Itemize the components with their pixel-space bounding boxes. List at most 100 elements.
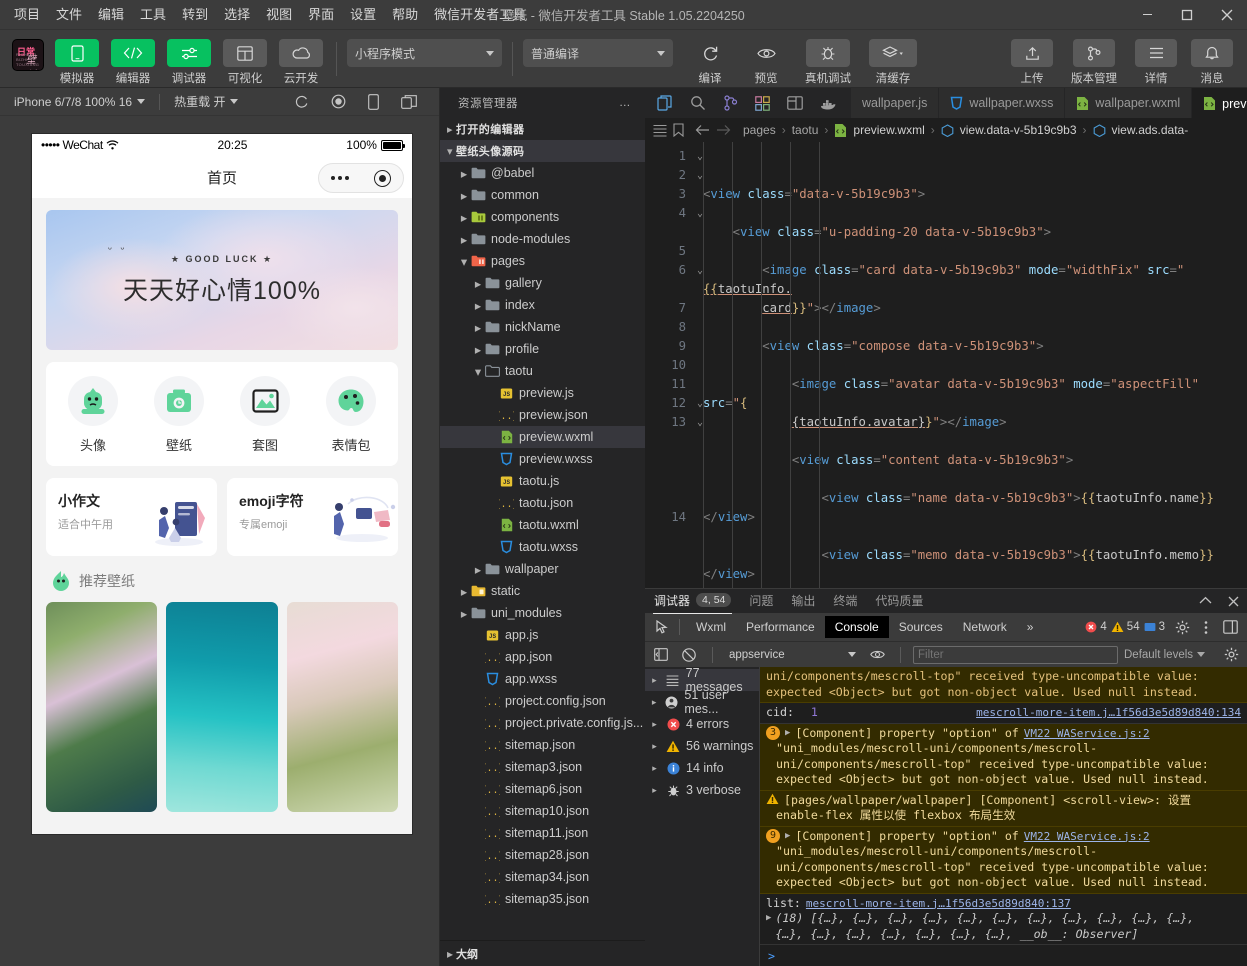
console-filter-input[interactable]: [913, 646, 1118, 664]
breadcrumb-pages[interactable]: pages: [743, 123, 776, 137]
docker-icon[interactable]: [820, 97, 837, 110]
explorer-folder-nickName[interactable]: ▸nickName: [440, 316, 645, 338]
breadcrumb-symbol-1[interactable]: view.data-v-5b19c9b3: [960, 123, 1077, 137]
explorer-folder-profile[interactable]: ▸profile: [440, 338, 645, 360]
quick-action-photoset[interactable]: 套图: [228, 376, 302, 454]
breadcrumb-taotu[interactable]: taotu: [792, 123, 819, 137]
explorer-folder-babel[interactable]: ▸@babel: [440, 162, 645, 184]
list-icon[interactable]: [653, 124, 667, 137]
editor-tab-preview-wxml[interactable]: preview.wxml✕: [1192, 88, 1247, 118]
explorer-folder-static[interactable]: ▸static: [440, 580, 645, 602]
kebab-menu-icon[interactable]: [1195, 616, 1217, 638]
explorer-file-sitemap35-json[interactable]: {..}sitemap35.json: [440, 888, 645, 910]
wallpaper-card-ocean[interactable]: [166, 602, 277, 812]
compile-select[interactable]: 普通编译: [523, 39, 673, 67]
menu-item-edit[interactable]: 编辑: [90, 3, 132, 27]
console-message-component-warning[interactable]: 3 ▶ [Component] property "option" of VM2…: [760, 724, 1247, 791]
console-source-link[interactable]: mescroll-more-item.j…1f56d3e5d89d840:134: [976, 705, 1241, 721]
rotate-icon[interactable]: [294, 94, 309, 109]
editor-tab-wallpaper-js[interactable]: JSwallpaper.js: [851, 88, 939, 118]
console-levels-select[interactable]: Default levels: [1124, 649, 1205, 661]
info-count[interactable]: 3: [1144, 621, 1165, 633]
toolbar-simulator[interactable]: 模拟器: [52, 34, 102, 86]
more-actions-icon[interactable]: …: [619, 97, 631, 109]
toolbar-realdevice[interactable]: 真机调试: [797, 34, 859, 86]
explorer-file-app-json[interactable]: {..}app.json: [440, 646, 645, 668]
live-expression-icon[interactable]: [866, 644, 888, 666]
explorer-file-taotu-wxss[interactable]: taotu.wxss: [440, 536, 645, 558]
console-filter-warnings[interactable]: ▸ 56 warnings: [645, 735, 759, 757]
clear-console-icon[interactable]: [678, 644, 700, 666]
console-message-component-warning-2[interactable]: 9 ▶ [Component] property "option" of VM2…: [760, 827, 1247, 894]
console-message-truncated[interactable]: uni/components/mescroll-top" received ty…: [760, 667, 1247, 703]
bookmark-icon[interactable]: [673, 123, 684, 137]
expand-triangle-icon[interactable]: ▶: [785, 726, 790, 742]
toolbar-detail[interactable]: 详情: [1131, 34, 1181, 86]
menu-item-goto[interactable]: 转到: [174, 3, 216, 27]
quick-action-avatar[interactable]: 头像: [56, 376, 130, 454]
explorer-file-taotu-js[interactable]: JStaotu.js: [440, 470, 645, 492]
breadcrumb-symbol-2[interactable]: view.ads.data-: [1112, 123, 1189, 137]
wechat-capsule-button[interactable]: [318, 163, 404, 193]
menu-item-project[interactable]: 项目: [6, 3, 48, 27]
panel-tab-problems[interactable]: 问题: [748, 589, 774, 613]
explorer-file-sitemap34-json[interactable]: {..}sitemap34.json: [440, 866, 645, 888]
console-source-link[interactable]: mescroll-more-item.j…1f56d3e5d89d840:137: [806, 896, 1071, 912]
menu-item-devtools[interactable]: 微信开发者工具: [426, 3, 533, 27]
explorer-folder-components[interactable]: ▸components: [440, 206, 645, 228]
menu-item-tools[interactable]: 工具: [132, 3, 174, 27]
files-icon[interactable]: [657, 95, 673, 111]
search-icon[interactable]: [690, 95, 706, 111]
sidebar-toggle-icon[interactable]: [650, 644, 672, 666]
menu-item-file[interactable]: 文件: [48, 3, 90, 27]
code-content[interactable]: <view class="data-v-5b19c9b3"> <view cla…: [689, 142, 1247, 588]
toolbar-debugger[interactable]: 调试器: [164, 34, 214, 86]
devtools-tab-sources[interactable]: Sources: [889, 616, 953, 638]
explorer-file-preview-wxml[interactable]: preview.wxml: [440, 426, 645, 448]
mode-select[interactable]: 小程序模式: [347, 39, 502, 67]
toolbar-editor[interactable]: 编辑器: [108, 34, 158, 86]
forward-arrow-icon[interactable]: [716, 124, 731, 136]
toolbar-cloud[interactable]: 云开发: [276, 34, 326, 86]
explorer-file-preview-js[interactable]: JSpreview.js: [440, 382, 645, 404]
code-editor[interactable]: 1⌄ 2⌄ 3 4⌄ 5 6⌄ 7 8 9 10 11 12⌄ 13⌄ 14 <: [645, 142, 1247, 588]
explorer-open-editors[interactable]: ▸ 打开的编辑器: [440, 118, 645, 140]
explorer-outline-section[interactable]: ▸ 大纲: [440, 940, 645, 966]
explorer-file-app-wxss[interactable]: app.wxss: [440, 668, 645, 690]
panel-tab-output[interactable]: 输出: [790, 589, 816, 613]
devtools-tab-overflow[interactable]: »: [1017, 616, 1044, 638]
explorer-file-taotu-wxml[interactable]: taotu.wxml: [440, 514, 645, 536]
explorer-folder-pages[interactable]: ▾pages: [440, 250, 645, 272]
maximize-icon[interactable]: [1167, 0, 1207, 30]
window-copy-icon[interactable]: [401, 95, 417, 109]
menu-item-select[interactable]: 选择: [216, 3, 258, 27]
menu-item-settings[interactable]: 设置: [342, 3, 384, 27]
wallpaper-card-trees[interactable]: [46, 602, 157, 812]
close-capsule-icon[interactable]: [374, 170, 391, 187]
explorer-file-sitemap28-json[interactable]: {..}sitemap28.json: [440, 844, 645, 866]
console-filter-errors[interactable]: ▸ 4 errors: [645, 713, 759, 735]
preview-split-icon[interactable]: [787, 96, 803, 110]
console-filter-info[interactable]: ▸ 14 info: [645, 757, 759, 779]
console-messages[interactable]: uni/components/mescroll-top" received ty…: [760, 667, 1247, 966]
expand-triangle-icon[interactable]: ▶: [766, 911, 771, 942]
panel-tab-debugger[interactable]: 调试器 4, 54: [653, 589, 732, 614]
explorer-file-sitemap3-json[interactable]: {..}sitemap3.json: [440, 756, 645, 778]
console-filter-verbose[interactable]: ▸ 3 verbose: [645, 779, 759, 801]
explorer-folder-wallpaper[interactable]: ▸wallpaper: [440, 558, 645, 580]
breadcrumb-preview-wxml[interactable]: preview.wxml: [853, 123, 924, 137]
toolbar-message[interactable]: 消息: [1187, 34, 1237, 86]
explorer-file-preview-wxss[interactable]: preview.wxss: [440, 448, 645, 470]
gear-icon[interactable]: [1171, 616, 1193, 638]
explorer-folder-common[interactable]: ▸common: [440, 184, 645, 206]
explorer-folder-node-modules[interactable]: ▸node-modules: [440, 228, 645, 250]
explorer-file-project-config-json[interactable]: {..}project.config.json: [440, 690, 645, 712]
console-filter-user[interactable]: ▸ 51 user mes...: [645, 691, 759, 713]
explorer-file-project-private-config-js---[interactable]: {..}project.private.config.js...: [440, 712, 645, 734]
warning-count[interactable]: 54: [1111, 621, 1140, 633]
explorer-folder-gallery[interactable]: ▸gallery: [440, 272, 645, 294]
error-count[interactable]: 4: [1085, 621, 1106, 633]
menu-item-view[interactable]: 视图: [258, 3, 300, 27]
explorer-file-sitemap6-json[interactable]: {..}sitemap6.json: [440, 778, 645, 800]
toolbar-version[interactable]: 版本管理: [1063, 34, 1125, 86]
